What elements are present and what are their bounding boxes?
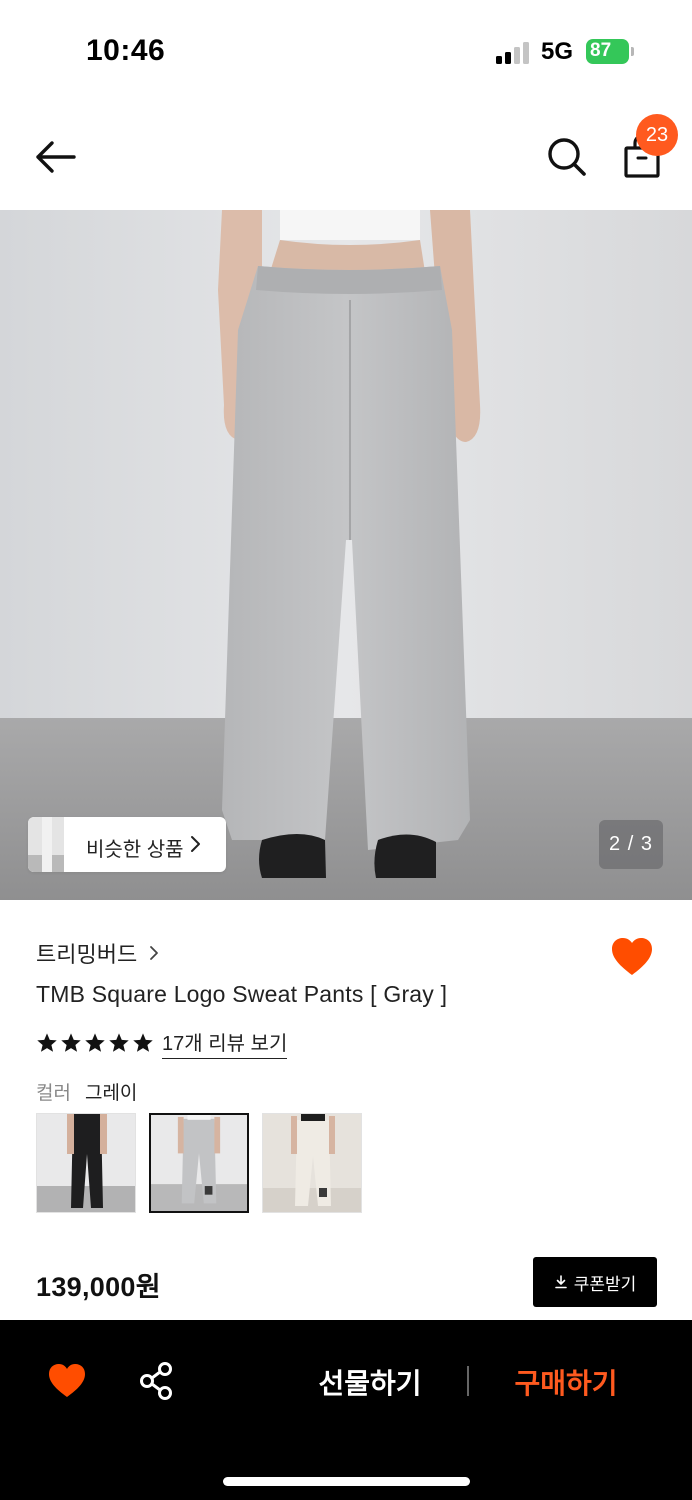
signal-icon (496, 42, 529, 64)
heart-icon[interactable] (610, 936, 654, 978)
star-icon (85, 1033, 105, 1052)
chevron-right-icon (191, 836, 200, 852)
review-link[interactable]: 17개 리뷰 보기 (162, 1027, 288, 1059)
status-time: 10:46 (86, 34, 166, 67)
similar-products-label: 비슷한 상품 (86, 839, 184, 861)
star-icon (37, 1033, 57, 1052)
product-price: 139,000원 (36, 1272, 161, 1302)
swatch-black[interactable] (36, 1113, 136, 1213)
star-icon (109, 1033, 129, 1052)
battery-icon: 87 (586, 39, 634, 64)
search-icon[interactable] (544, 134, 590, 180)
color-swatches (36, 1113, 362, 1213)
coupon-button[interactable]: 쿠폰받기 (533, 1257, 657, 1307)
image-counter: 2 / 3 (599, 820, 663, 869)
star-icon (61, 1033, 81, 1052)
rating-stars (36, 1032, 154, 1054)
buy-button[interactable]: 구매하기 (500, 1362, 632, 1402)
heart-icon[interactable] (48, 1363, 86, 1399)
gift-button[interactable]: 선물하기 (300, 1362, 440, 1402)
product-photo (0, 210, 692, 900)
brand-name: 트리밍버드 (36, 942, 138, 967)
bottom-action-bar: 선물하기 구매하기 (0, 1320, 692, 1500)
swatch-gray[interactable] (149, 1113, 249, 1213)
star-icon (133, 1033, 153, 1052)
product-title: TMB Square Logo Sweat Pants [ Gray ] (36, 981, 448, 1007)
status-bar: 10:46 5G 87 (0, 0, 692, 104)
share-icon[interactable] (138, 1361, 176, 1401)
chevron-right-icon (150, 946, 159, 960)
home-indicator (223, 1477, 470, 1486)
rating-row: 17개 리뷰 보기 (36, 1027, 288, 1059)
battery-level: 87 (590, 40, 612, 61)
color-row: 컬러 그레이 (36, 1078, 137, 1105)
top-nav (0, 104, 692, 210)
cart-count-badge: 23 (636, 114, 678, 156)
color-value: 그레이 (84, 1083, 138, 1104)
network-label: 5G (541, 38, 574, 65)
brand-link[interactable]: 트리밍버드 (36, 938, 159, 968)
coupon-label: 쿠폰받기 (573, 1274, 637, 1294)
similar-thumbnail (28, 817, 64, 872)
product-image[interactable] (0, 210, 692, 900)
back-arrow-icon[interactable] (30, 134, 82, 180)
color-label: 컬러 (36, 1083, 71, 1104)
swatch-ivory[interactable] (262, 1113, 362, 1213)
download-icon (554, 1275, 567, 1289)
divider (467, 1366, 469, 1396)
